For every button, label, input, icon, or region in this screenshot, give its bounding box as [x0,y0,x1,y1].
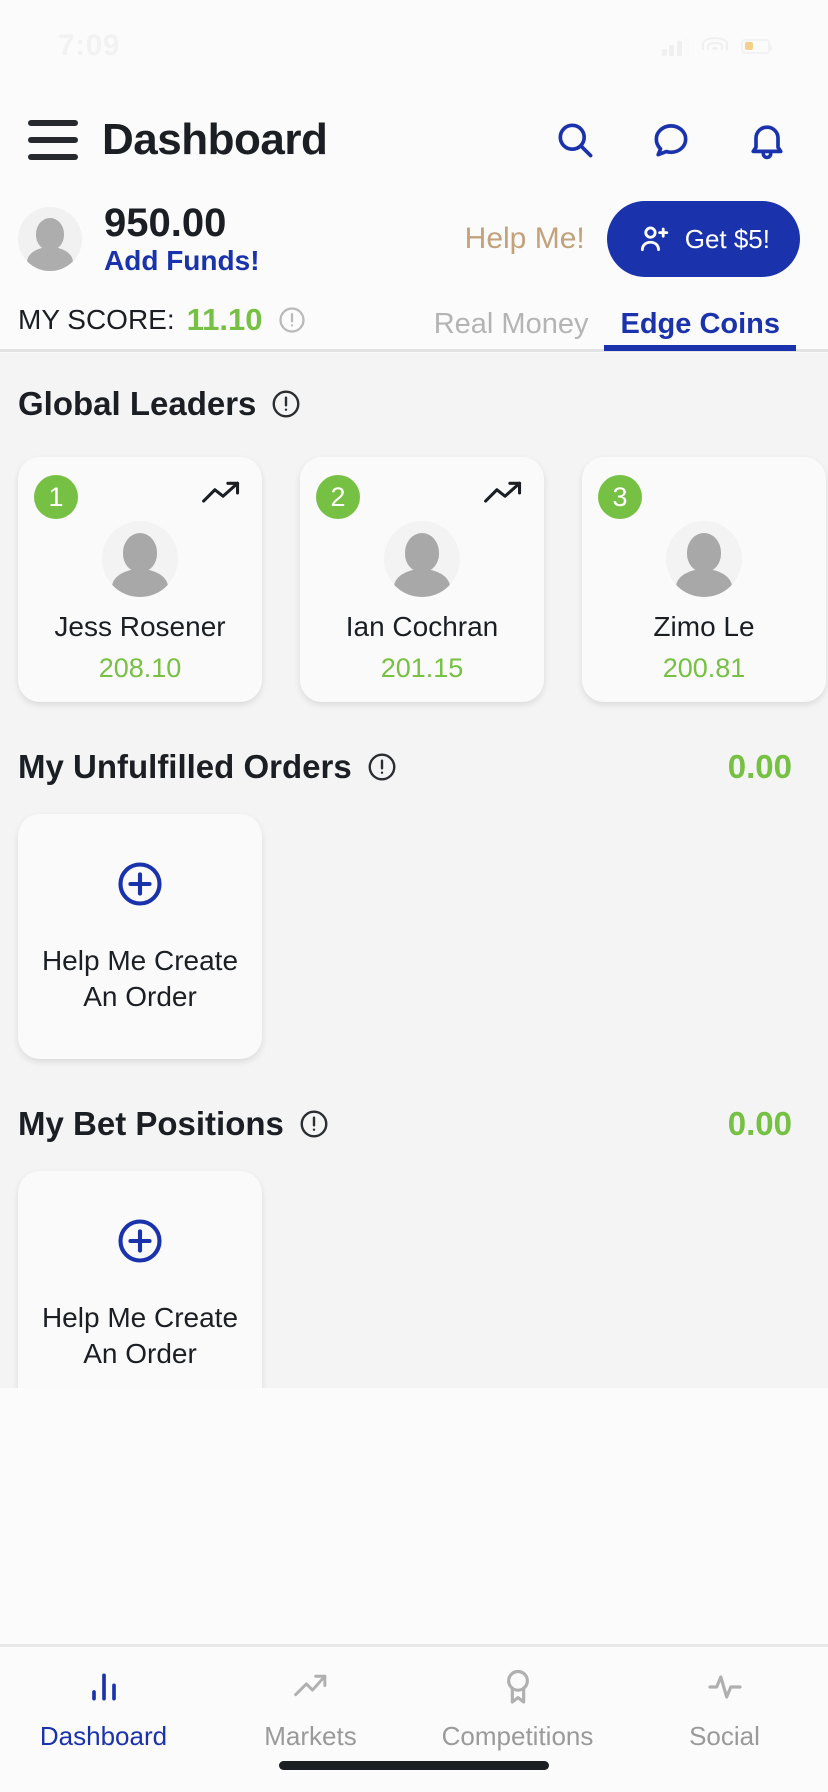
balance-text-group: 950.00 Add Funds! [104,202,260,277]
trending-up-icon [202,479,244,512]
app-header: Dashboard [0,92,828,188]
create-bet-card[interactable]: Help Me Create An Order [18,1171,262,1388]
leader-score: 208.10 [98,653,182,683]
bet-positions-header: My Bet Positions 0.00 [0,1105,828,1143]
user-avatar-placeholder[interactable] [18,207,82,271]
nav-label-markets: Markets [264,1721,357,1751]
leader-card[interactable]: 1 Jess Rosener 208.10 [18,457,262,702]
leader-score: 201.15 [380,653,464,683]
unfulfilled-orders-header: My Unfulfilled Orders 0.00 [0,748,828,786]
global-leaders-info-icon[interactable] [270,388,302,420]
score-label: MY SCORE: [18,303,175,335]
battery-icon [741,38,772,54]
create-order-card[interactable]: Help Me Create An Order [18,814,262,1059]
wifi-icon [702,36,728,56]
global-leaders-header: Global Leaders [0,379,828,429]
bet-positions-info-icon[interactable] [298,1108,330,1140]
unfulfilled-orders-info-icon[interactable] [366,751,398,783]
bar-chart-icon [91,1673,116,1701]
leader-name: Zimo Le [653,611,755,642]
nav-label-competitions: Competitions [441,1721,594,1751]
trending-up-icon [293,1674,326,1697]
status-bar-time: 7:09 [58,29,121,62]
get-bonus-label: Get $5! [684,223,770,254]
nav-item-dashboard[interactable]: Dashboard [0,1647,207,1792]
nav-label-dashboard: Dashboard [39,1721,168,1751]
leader-name: Ian Cochran [345,611,499,642]
balance-actions: Help Me! Get $5! [465,201,810,277]
add-funds-link[interactable]: Add Funds! [104,245,260,277]
score-and-tabs-bar: MY SCORE: 11.10 Real Money Edge Coins [0,290,828,352]
leader-avatar [666,521,742,597]
leader-avatar [384,521,460,597]
status-bar: 7:09 [0,0,828,92]
currency-tabs: Real Money Edge Coins [418,289,810,351]
unfulfilled-orders-amount: 0.00 [727,748,792,785]
chat-bubble-icon[interactable] [648,117,694,163]
person-add-icon [640,226,668,252]
dashboard-scroll-area[interactable]: Global Leaders 1 Jess Rosener 208.10 2 I… [0,353,828,1388]
hamburger-menu-icon[interactable] [22,116,84,164]
bet-positions-amount: 0.00 [727,1105,792,1142]
page-title: Dashboard [102,115,328,164]
nav-item-markets[interactable]: Markets [207,1647,414,1792]
header-actions [552,117,806,163]
nav-item-competitions[interactable]: Competitions [414,1647,621,1792]
home-indicator [279,1761,549,1770]
bet-positions-title: My Bet Positions [18,1105,284,1142]
notification-bell-icon[interactable] [744,117,790,163]
leader-score: 200.81 [662,653,746,683]
leader-name: Jess Rosener [54,611,226,642]
award-ribbon-icon [506,1669,529,1704]
create-order-line2: An Order [83,981,197,1012]
trending-up-icon [484,479,526,512]
get-bonus-button[interactable]: Get $5! [606,201,800,277]
leader-card[interactable]: 2 Ian Cochran 201.15 [300,457,544,702]
activity-pulse-icon [707,1675,742,1699]
create-order-line1: Help Me Create [41,945,239,977]
score-info-icon[interactable] [277,305,307,335]
create-bet-line1: Help Me Create [41,1302,239,1334]
tab-real-money[interactable]: Real Money [418,308,605,351]
balance-bar: 950.00 Add Funds! Help Me! Get $5! [0,188,828,290]
global-leaders-cards[interactable]: 1 Jess Rosener 208.10 2 Ian Cochran 201.… [0,429,828,702]
nav-label-social: Social [689,1721,760,1751]
help-me-link[interactable]: Help Me! [465,222,585,256]
score-value: 11.10 [186,301,263,337]
tab-edge-coins[interactable]: Edge Coins [604,308,796,351]
plus-circle-icon [114,858,166,915]
app-screen: 7:09 Dashboard 950.00 Add Funds! Help Me… [0,0,828,1792]
leader-rank-badge: 2 [316,475,360,519]
leader-card[interactable]: 3 Zimo Le 200.81 [582,457,826,702]
create-bet-line2: An Order [83,1338,197,1369]
search-icon[interactable] [552,117,598,163]
unfulfilled-orders-title: My Unfulfilled Orders [18,748,352,785]
leader-rank-badge: 3 [598,475,642,519]
balance-amount: 950.00 [104,200,227,245]
leader-rank-badge: 1 [34,475,78,519]
nav-item-social[interactable]: Social [621,1647,828,1792]
cellular-signal-icon [661,36,689,56]
status-bar-indicators [661,36,772,56]
global-leaders-title: Global Leaders [18,385,257,422]
leader-avatar [102,521,178,597]
plus-circle-icon [114,1215,166,1272]
